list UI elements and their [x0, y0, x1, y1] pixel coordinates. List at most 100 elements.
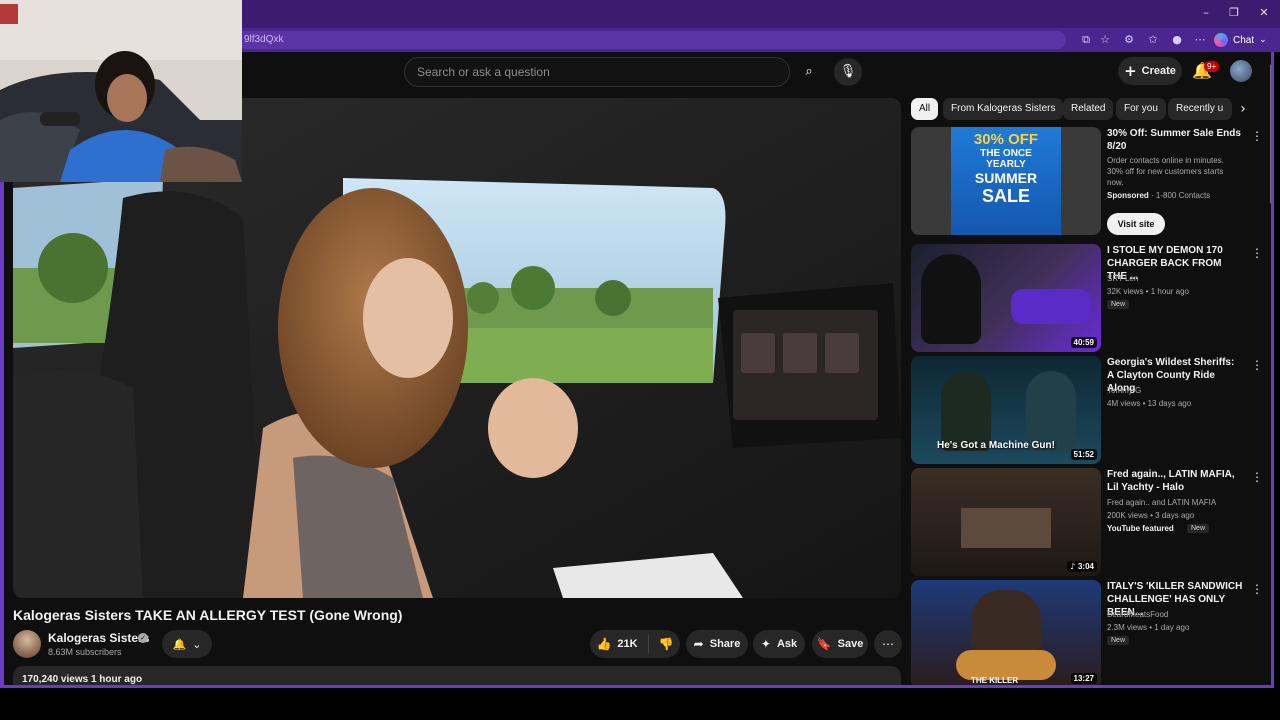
create-label: Create — [1141, 65, 1176, 77]
ad-sponsor-line: Sponsored · 1-800 Contacts — [1107, 191, 1210, 200]
channel-name[interactable]: Tommy G — [1107, 386, 1141, 395]
like-count[interactable]: 21K — [617, 638, 637, 650]
restore-icon[interactable]: ❐ — [1224, 5, 1244, 21]
channel-avatar[interactable] — [13, 630, 41, 658]
subscribed-notifications-button[interactable]: 🔔 ⌄ — [162, 630, 212, 658]
chip-all[interactable]: All — [911, 98, 939, 120]
extensions-icon[interactable]: ⚙ — [1121, 32, 1137, 48]
video-duration: ♪ 3:04 — [1067, 561, 1097, 572]
bottom-black-bar — [0, 690, 1280, 720]
scrollbar[interactable] — [1270, 64, 1271, 204]
chip-from-channel[interactable]: From Kalogeras Sisters — [943, 98, 1064, 120]
save-label: Save — [837, 638, 864, 650]
url-field[interactable]: 9lf3dQxk — [236, 31, 1066, 49]
more-vertical-icon[interactable]: ⋮ — [1251, 246, 1263, 260]
plus-icon: + — [1124, 62, 1137, 80]
ad-thumb-text: 30% OFF — [973, 131, 1039, 148]
ad-card[interactable]: 30% OFF THE ONCE YEARLY SUMMER SALE 30% … — [911, 127, 1263, 235]
search-input[interactable]: Search or ask a question — [404, 57, 790, 87]
recommendation-item[interactable]: 40:59 I STOLE MY DEMON 170 CHARGER BACK … — [911, 244, 1263, 352]
favorite-star-icon[interactable]: ☆ — [1097, 32, 1113, 48]
split-screen-icon[interactable]: ⧉ — [1078, 32, 1094, 48]
video-thumbnail[interactable]: He's Got a Machine Gun! 51:52 — [911, 356, 1101, 464]
video-meta: 4M views • 13 days ago — [1107, 399, 1192, 408]
chevron-down-icon: ⌄ — [1259, 35, 1267, 45]
featured-line: YouTube featured — [1107, 524, 1174, 533]
thumbs-up-icon[interactable]: 👍 — [596, 637, 611, 651]
new-badge: New — [1187, 524, 1210, 533]
video-thumbnail[interactable]: 40:59 — [911, 244, 1101, 352]
sparkle-icon: ✦ — [760, 637, 771, 651]
channel-name[interactable]: Kalogeras Sisters — [48, 631, 149, 645]
chevron-right-icon[interactable]: › — [1232, 98, 1254, 120]
webcam-frame — [0, 0, 242, 182]
ad-thumb-text: SUMMER — [974, 170, 1038, 186]
ask-button[interactable]: ✦ Ask — [753, 630, 805, 658]
webcam-overlay — [0, 0, 242, 182]
bell-icon: 🔔 — [172, 637, 187, 651]
recommendation-item[interactable]: ♪ 3:04 Fred again.., LATIN MAFIA, Lil Ya… — [911, 468, 1263, 576]
video-duration: 13:27 — [1070, 673, 1097, 684]
more-actions-button[interactable]: ⋯ — [874, 630, 902, 658]
minimize-icon[interactable]: – — [1196, 5, 1216, 21]
recommendation-item[interactable]: He's Got a Machine Gun! 51:52 Georgia's … — [911, 356, 1263, 464]
video-duration: 51:52 — [1070, 449, 1097, 460]
video-thumbnail[interactable]: THE KILLER 13:27 — [911, 580, 1101, 685]
new-badge: New — [1107, 636, 1130, 645]
video-title[interactable]: Fred again.., LATIN MAFIA, Lil Yachty - … — [1107, 468, 1243, 494]
profile-icon[interactable]: ● — [1169, 32, 1185, 48]
share-button[interactable]: ➦ Share — [686, 630, 748, 658]
music-note-icon: ♪ — [1070, 562, 1078, 571]
account-avatar[interactable] — [1230, 60, 1252, 82]
new-badge: New — [1107, 300, 1130, 309]
recommendation-item[interactable]: THE KILLER 13:27 ITALY'S 'KILLER SANDWIC… — [911, 580, 1263, 685]
visit-site-button[interactable]: Visit site — [1107, 213, 1165, 235]
close-icon[interactable]: ✕ — [1254, 5, 1274, 21]
more-horizontal-icon: ⋯ — [882, 637, 894, 651]
ask-label: Ask — [776, 638, 798, 650]
video-title: Kalogeras Sisters TAKE AN ALLERGY TEST (… — [13, 607, 403, 623]
chip-recently-uploaded[interactable]: Recently u — [1168, 98, 1232, 120]
video-meta: 2.3M views • 1 day ago — [1107, 623, 1190, 632]
bookmark-icon: 🔖 — [816, 637, 832, 651]
thumbnail-caption: THE KILLER — [971, 676, 1019, 685]
save-button[interactable]: 🔖 Save — [812, 630, 868, 658]
ad-thumb-text: YEARLY — [986, 159, 1026, 170]
more-vertical-icon[interactable]: ⋮ — [1251, 470, 1263, 484]
divider — [647, 635, 649, 653]
featured-label: YouTube featured — [1107, 524, 1174, 533]
search-icon[interactable]: ⌕ — [795, 58, 823, 86]
video-meta: 32K views • 1 hour ago — [1107, 287, 1189, 296]
ad-thumb-text: THE ONCE — [980, 148, 1032, 159]
view-count-and-date: 170,240 views 1 hour ago — [22, 674, 143, 685]
notification-count-badge: 9+ — [1204, 61, 1220, 72]
thumbnail-caption: He's Got a Machine Gun! — [937, 440, 1055, 451]
more-vertical-icon[interactable]: ⋮ — [1251, 358, 1263, 372]
chip-related[interactable]: Related — [1063, 98, 1114, 120]
like-dislike-group: 👍 21K 👎 — [590, 630, 680, 658]
more-menu-icon[interactable]: ⋯ — [1192, 32, 1208, 48]
sponsored-label: Sponsored — [1107, 191, 1149, 200]
subscriber-count: 8.63M subscribers — [48, 647, 122, 657]
more-vertical-icon[interactable]: ⋮ — [1251, 582, 1263, 596]
favorites-icon[interactable]: ✩ — [1145, 32, 1161, 48]
duration-text: 3:04 — [1077, 562, 1094, 571]
ad-thumbnail[interactable]: 30% OFF THE ONCE YEARLY SUMMER SALE — [911, 127, 1101, 235]
channel-name[interactable]: BeardMeatsFood — [1107, 610, 1168, 619]
chevron-down-icon: ⌄ — [192, 637, 202, 651]
description-box[interactable] — [13, 666, 901, 685]
video-thumbnail[interactable]: ♪ 3:04 — [911, 468, 1101, 576]
video-meta: 200K views • 3 days ago — [1107, 511, 1195, 520]
chip-for-you[interactable]: For you — [1116, 98, 1166, 120]
thumbs-down-icon[interactable]: 👎 — [659, 637, 674, 651]
ad-title[interactable]: 30% Off: Summer Sale Ends 8/20 — [1107, 127, 1243, 153]
channel-name[interactable]: Fred again.. and LATIN MAFIA — [1107, 498, 1216, 507]
create-button[interactable]: + Create — [1118, 57, 1182, 85]
more-vertical-icon[interactable]: ⋮ — [1251, 129, 1263, 143]
copilot-icon — [1214, 33, 1228, 47]
channel-name[interactable]: SRT Len — [1107, 274, 1138, 283]
chat-label: Chat — [1233, 34, 1255, 46]
microphone-icon[interactable]: 🎙 — [834, 58, 862, 86]
copilot-chat-button[interactable]: Chat ⌄ — [1214, 30, 1267, 50]
verified-check-icon: ✓ — [138, 633, 148, 643]
